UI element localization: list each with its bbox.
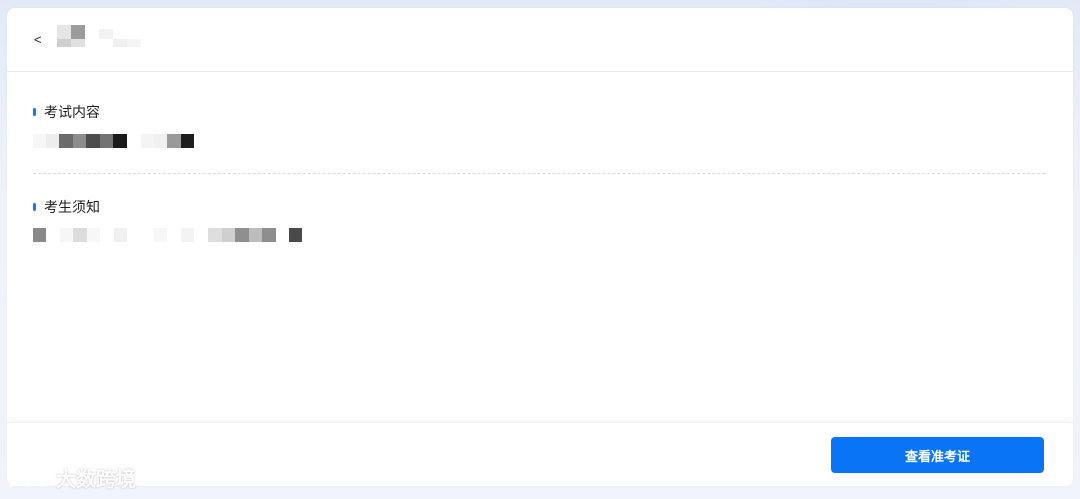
section-bullet-icon bbox=[33, 108, 36, 116]
action-footer: 查看准考证 bbox=[7, 422, 1073, 486]
section-title: 考试内容 bbox=[44, 104, 100, 120]
section-title: 考生须知 bbox=[44, 199, 100, 215]
section-bullet-icon bbox=[33, 203, 36, 211]
watermark-text: 大数跨境 bbox=[56, 469, 136, 491]
candidate-notice-redacted bbox=[33, 228, 313, 242]
page-title-redacted bbox=[45, 25, 141, 49]
view-admission-ticket-button[interactable]: 查看准考证 bbox=[831, 437, 1044, 473]
section-candidate-notice: 考生须知 bbox=[33, 197, 100, 217]
section-divider bbox=[33, 173, 1045, 174]
back-arrow-icon[interactable]: < bbox=[34, 33, 42, 47]
watermark-logo-icon bbox=[9, 466, 51, 487]
section-exam-content: 考试内容 bbox=[33, 102, 100, 122]
page-header: < bbox=[7, 8, 1073, 72]
exam-content-redacted bbox=[33, 134, 213, 148]
main-card: < 考试内容 考生须知 查看准考证 bbox=[7, 8, 1073, 486]
watermark: 大数跨境 bbox=[8, 463, 136, 492]
